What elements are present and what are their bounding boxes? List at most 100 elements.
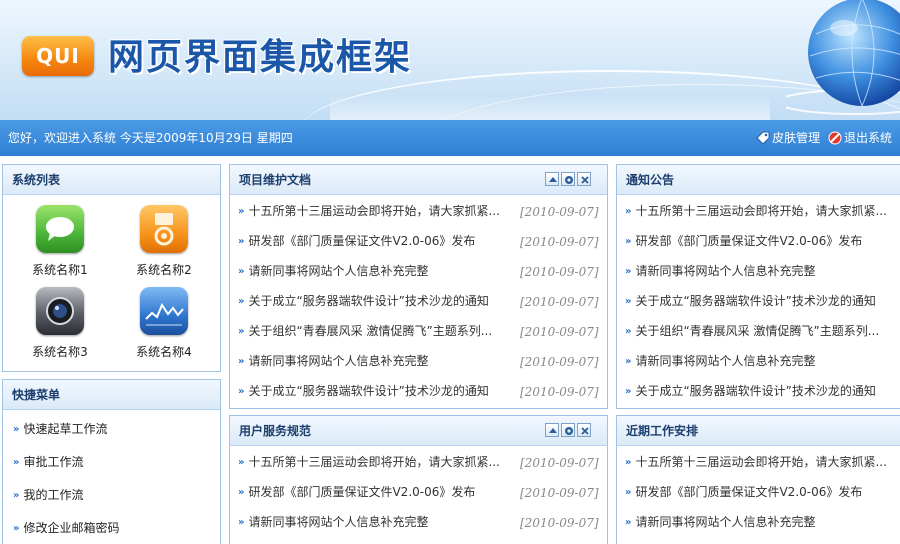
system-item-3[interactable]: 系统名称3 (8, 287, 112, 360)
news-title: 关于成立“服务器端软件设计”技术沙龙的通知 (635, 384, 876, 398)
news-title: 关于组织“青春展风采 激情促腾飞”主题系列... (635, 324, 880, 338)
system-item-4[interactable]: 系统名称4 (112, 287, 216, 360)
news-date: [2010-09-07] (520, 295, 599, 309)
news-row[interactable]: » 请新同事将网站个人信息补充完整 (625, 351, 815, 371)
bullet-icon: » (625, 206, 632, 217)
panel-controls (543, 423, 591, 437)
news-title: 关于组织“青春展风采 激情促腾飞”主题系列... (248, 324, 493, 338)
user-service-header: 用户服务规范 (230, 416, 607, 446)
news-row[interactable]: » 关于成立“服务器端软件设计”技术沙龙的通知 (625, 381, 876, 401)
menu-item-my-workflow[interactable]: » 我的工作流 (13, 486, 83, 503)
settings-button[interactable] (561, 423, 575, 437)
logout-label: 退出系统 (843, 131, 892, 145)
systems-panel-title: 系统列表 (12, 173, 61, 187)
news-row[interactable]: » 关于组织“青春展风采 激情促腾飞”主题系列... (625, 321, 879, 341)
recent-work-header: 近期工作安排 (617, 416, 900, 446)
menu-item-label: 我的工作流 (23, 488, 84, 502)
news-row[interactable]: » 请新同事将网站个人信息补充完整 (625, 512, 815, 532)
bullet-icon: » (13, 523, 20, 534)
quick-menu-title: 快捷菜单 (12, 388, 61, 402)
skin-manage-label: 皮肤管理 (772, 131, 821, 145)
news-date: [2010-09-07] (520, 265, 599, 279)
quick-menu-header: 快捷菜单 (3, 380, 220, 410)
recent-work-panel: 近期工作安排 » 十五所第十三届运动会即将开始，请大家抓紧...» 研发部《部门质量… (616, 415, 900, 544)
project-docs-title: 项目维护文档 (239, 173, 312, 187)
news-title: 请新同事将网站个人信息补充完整 (248, 354, 429, 368)
bullet-icon: » (238, 266, 245, 277)
user-service-panel: 用户服务规范 » 十五所第十三届运动会即将开始，请大家抓紧... [2010-09-… (229, 415, 608, 544)
menu-item-draft-workflow[interactable]: » 快速起草工作流 (13, 420, 107, 437)
news-row[interactable]: » 十五所第十三届运动会即将开始，请大家抓紧... (625, 201, 887, 221)
news-title: 研发部《部门质量保证文件V2.0-06》发布 (635, 234, 863, 248)
news-title: 研发部《部门质量保证文件V2.0-06》发布 (635, 485, 863, 499)
news-row[interactable]: » 研发部《部门质量保证文件V2.0-06》发布 (625, 482, 862, 502)
bullet-icon: » (625, 236, 632, 247)
menu-item-approve-workflow[interactable]: » 审批工作流 (13, 453, 83, 470)
menu-item-change-mail-password[interactable]: » 修改企业邮箱密码 (13, 519, 119, 536)
news-date: [2010-09-07] (520, 355, 599, 369)
news-row[interactable]: » 请新同事将网站个人信息补充完整 (238, 261, 428, 281)
news-row[interactable]: » 十五所第十三届运动会即将开始，请大家抓紧... (238, 452, 500, 472)
collapse-button[interactable] (545, 423, 559, 437)
bullet-icon: » (238, 326, 245, 337)
bullet-icon: » (238, 356, 245, 367)
system-item-label: 系统名称1 (32, 263, 88, 277)
system-item-label: 系统名称4 (136, 345, 192, 359)
news-row[interactable]: » 请新同事将网站个人信息补充完整 (625, 261, 815, 281)
bullet-icon: » (238, 236, 245, 247)
status-bar: 您好，欢迎进入系统 今天是2009年10月29日 星期四 皮肤管理 退出系统 (0, 120, 900, 156)
close-icon (581, 427, 589, 435)
news-title: 请新同事将网站个人信息补充完整 (248, 264, 429, 278)
bullet-icon: » (625, 386, 632, 397)
news-row[interactable]: » 关于成立“服务器端软件设计”技术沙龙的通知 (625, 291, 876, 311)
collapse-button[interactable] (545, 172, 559, 186)
news-row[interactable]: » 研发部《部门质量保证文件V2.0-06》发布 (625, 231, 862, 251)
systems-panel-header: 系统列表 (3, 165, 220, 195)
news-date: [2010-09-07] (520, 516, 599, 530)
news-row[interactable]: » 研发部《部门质量保证文件V2.0-06》发布 (238, 482, 475, 502)
bullet-icon: » (625, 517, 632, 528)
site-title: 网页界面集成框架 (108, 37, 413, 78)
tag-icon (756, 131, 770, 145)
news-row[interactable]: » 请新同事将网站个人信息补充完整 (238, 512, 428, 532)
bullet-icon: » (625, 326, 632, 337)
skin-manage-button[interactable]: 皮肤管理 (756, 120, 820, 156)
logout-button[interactable]: 退出系统 (828, 120, 892, 156)
bullet-icon: » (238, 296, 245, 307)
news-row[interactable]: » 十五所第十三届运动会即将开始，请大家抓紧... (625, 452, 887, 472)
user-service-title: 用户服务规范 (239, 424, 312, 438)
close-button[interactable] (577, 172, 591, 186)
news-date: [2010-09-07] (520, 385, 599, 399)
globe-icon (786, 0, 900, 115)
banner-grass-decoration (330, 96, 770, 120)
news-title: 研发部《部门质量保证文件V2.0-06》发布 (248, 485, 476, 499)
news-title: 请新同事将网站个人信息补充完整 (248, 515, 429, 529)
quick-menu-panel: 快捷菜单 » 快速起草工作流 » 审批工作流 » 我的工作流 » 修改企业邮箱密码 (2, 379, 221, 544)
bullet-icon: » (13, 424, 20, 435)
notices-header: 通知公告 (617, 165, 900, 195)
gear-icon (565, 176, 573, 184)
news-row[interactable]: » 请新同事将网站个人信息补充完整 (238, 351, 428, 371)
news-row[interactable]: » 研发部《部门质量保证文件V2.0-06》发布 (238, 231, 475, 251)
message-app-icon (36, 205, 84, 253)
news-date: [2010-09-07] (520, 205, 599, 219)
news-date: [2010-09-07] (520, 456, 599, 470)
news-row[interactable]: » 十五所第十三届运动会即将开始，请大家抓紧... (238, 201, 500, 221)
notices-title: 通知公告 (626, 173, 675, 187)
music-player-app-icon (140, 205, 188, 253)
caret-up-icon (549, 177, 557, 182)
bullet-icon: » (625, 356, 632, 367)
news-row[interactable]: » 关于成立“服务器端软件设计”技术沙龙的通知 (238, 381, 489, 401)
bullet-icon: » (238, 386, 245, 397)
news-row[interactable]: » 关于组织“青春展风采 激情促腾飞”主题系列... (238, 321, 492, 341)
news-title: 请新同事将网站个人信息补充完整 (635, 515, 816, 529)
notices-panel: 通知公告 » 十五所第十三届运动会即将开始，请大家抓紧...» 研发部《部门质量保证… (616, 164, 900, 409)
system-item-2[interactable]: 系统名称2 (112, 205, 216, 278)
close-button[interactable] (577, 423, 591, 437)
news-row[interactable]: » 关于成立“服务器端软件设计”技术沙龙的通知 (238, 291, 489, 311)
settings-button[interactable] (561, 172, 575, 186)
caret-up-icon (549, 428, 557, 433)
system-item-1[interactable]: 系统名称1 (8, 205, 112, 278)
project-docs-panel: 项目维护文档 » 十五所第十三届运动会即将开始，请大家抓紧... [2010-09-… (229, 164, 608, 409)
bullet-icon: » (13, 457, 20, 468)
